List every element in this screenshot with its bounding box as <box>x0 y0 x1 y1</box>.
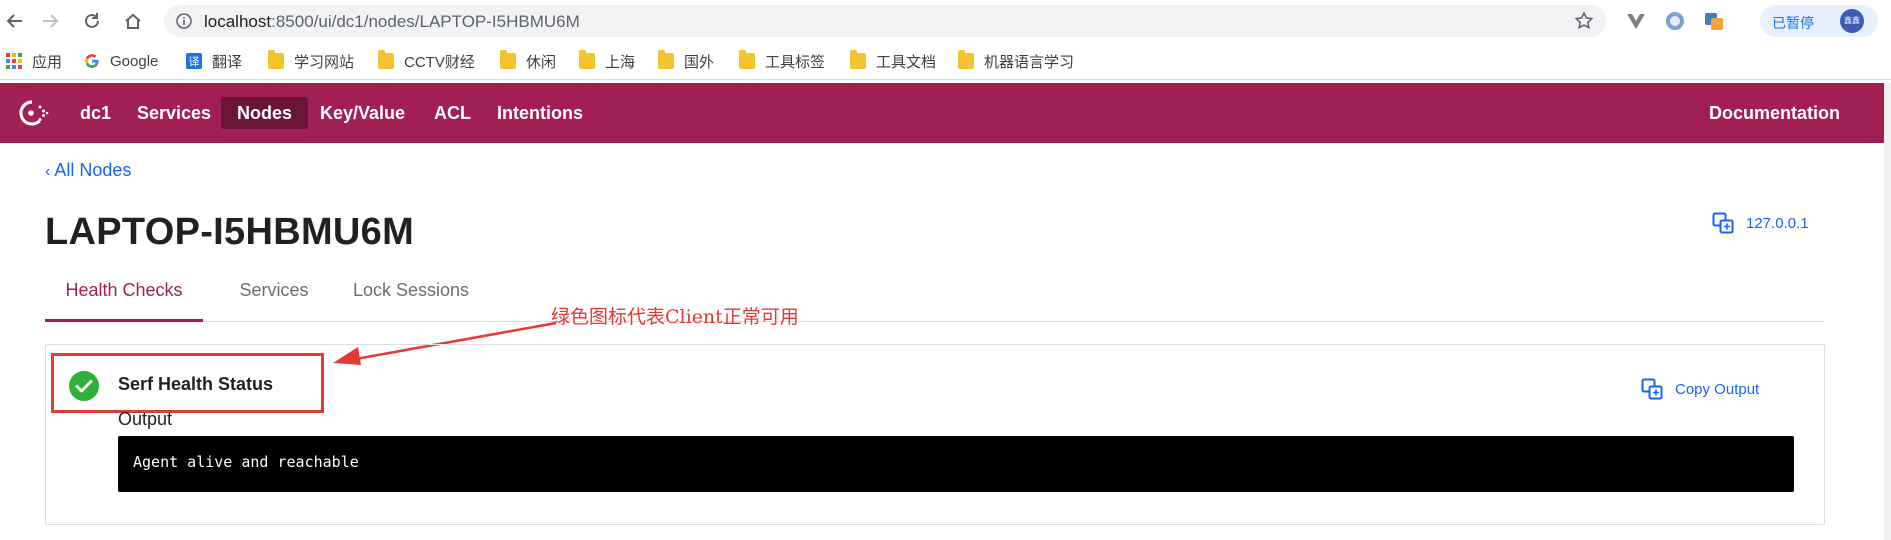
back-arrow-icon[interactable] <box>2 8 28 34</box>
nav-intentions[interactable]: Intentions <box>481 97 599 129</box>
browser-toolbar: localhost:8500/ui/dc1/nodes/LAPTOP-I5HBM… <box>0 0 1891 42</box>
forward-arrow-icon[interactable] <box>37 8 63 34</box>
output-block[interactable]: Agent alive and reachable <box>118 436 1794 492</box>
copy-output-label: Copy Output <box>1675 380 1760 398</box>
bookmark-translate[interactable]: 译 翻译 <box>186 51 242 71</box>
datacenter-selector[interactable]: dc1 <box>64 97 127 129</box>
nav-acl[interactable]: ACL <box>418 97 487 129</box>
folder-icon <box>958 50 974 69</box>
output-text: Agent alive and reachable <box>133 453 359 471</box>
back-link-label: All Nodes <box>54 160 132 180</box>
bookmark-label: Google <box>110 52 159 70</box>
reload-icon[interactable] <box>79 8 105 34</box>
folder-icon <box>378 50 394 69</box>
tab-lock-sessions[interactable]: Lock Sessions <box>331 270 491 322</box>
avatar: 鑫鑫 <box>1840 9 1864 33</box>
bookmark-label: 工具文档 <box>876 53 937 71</box>
nav-key-value[interactable]: Key/Value <box>304 97 421 129</box>
bookmark-folder[interactable]: 休闲 <box>500 50 557 71</box>
page-title: LAPTOP-I5HBMU6M <box>45 211 415 253</box>
bookmark-label: 休闲 <box>526 53 557 71</box>
documentation-link[interactable]: Documentation <box>1709 97 1840 129</box>
tab-services[interactable]: Services <box>221 270 327 322</box>
scrollbar[interactable] <box>1884 83 1891 540</box>
bookmark-label: 应用 <box>32 53 63 71</box>
bookmark-label: 机器语言学习 <box>984 53 1075 71</box>
bookmark-label: 国外 <box>684 53 715 71</box>
bookmark-star-icon[interactable] <box>1574 11 1594 31</box>
bookmark-label: 上海 <box>605 53 636 71</box>
consul-logo-icon[interactable] <box>14 98 50 128</box>
node-address: 127.0.0.1 <box>1746 214 1809 232</box>
back-to-all-nodes-link[interactable]: ‹ All Nodes <box>45 160 131 181</box>
bookmark-google[interactable]: Google <box>84 51 158 71</box>
bookmark-label: 工具标签 <box>765 53 826 71</box>
nav-services[interactable]: Services <box>121 97 227 129</box>
info-icon[interactable] <box>176 13 192 29</box>
tab-health-checks[interactable]: Health Checks <box>45 270 203 322</box>
folder-icon <box>268 50 284 69</box>
bookmark-folder[interactable]: 国外 <box>658 50 715 71</box>
node-tabs: Health Checks Services Lock Sessions <box>45 270 1825 322</box>
translate-icon: 译 <box>186 53 202 69</box>
bookmark-folder[interactable]: CCTV财经 <box>378 50 475 71</box>
chevron-left-icon: ‹ <box>45 163 51 180</box>
bookmark-label: 翻译 <box>212 53 243 71</box>
profile-status-label: 已暂停 <box>1772 15 1814 31</box>
translate-extension-icon[interactable] <box>1703 10 1725 32</box>
extension-globe-icon[interactable] <box>1664 10 1686 32</box>
bookmarks-bar: 应用 Google 译 翻译 学习网站 CCTV财经 休闲 上海 国外 工具标签… <box>0 42 1891 80</box>
apps-grid-icon <box>6 53 22 69</box>
bookmark-folder[interactable]: 工具标签 <box>739 50 826 71</box>
google-icon <box>85 54 99 68</box>
annotation-highlight-box <box>51 353 324 413</box>
annotation-text: 绿色图标代表Client正常可用 <box>551 306 799 328</box>
url-text: localhost:8500/ui/dc1/nodes/LAPTOP-I5HBM… <box>204 12 580 31</box>
folder-icon <box>579 50 595 69</box>
bookmark-apps[interactable]: 应用 <box>6 51 62 71</box>
vue-devtools-icon[interactable] <box>1625 10 1647 32</box>
bookmark-folder[interactable]: 工具文档 <box>850 50 937 71</box>
folder-icon <box>850 50 866 69</box>
folder-icon <box>500 50 516 69</box>
bookmark-folder[interactable]: 学习网站 <box>268 50 355 71</box>
address-bar[interactable]: localhost:8500/ui/dc1/nodes/LAPTOP-I5HBM… <box>164 5 1606 37</box>
bookmark-label: 学习网站 <box>294 53 355 71</box>
output-label: Output <box>118 409 173 429</box>
svg-text:译: 译 <box>189 56 200 69</box>
bookmark-folder[interactable]: 上海 <box>579 50 636 71</box>
nav-nodes[interactable]: Nodes <box>221 97 309 129</box>
copy-icon <box>1712 212 1734 234</box>
copy-icon <box>1641 378 1663 400</box>
copy-output-button[interactable]: Copy Output <box>1641 378 1759 400</box>
health-check-card: Serf Health Status Copy Output Output Ag… <box>45 344 1825 525</box>
home-icon[interactable] <box>120 8 146 34</box>
bookmark-folder[interactable]: 机器语言学习 <box>958 50 1075 71</box>
node-address-copy[interactable]: 127.0.0.1 <box>1712 212 1809 234</box>
folder-icon <box>739 50 755 69</box>
bookmark-label: CCTV财经 <box>404 53 475 71</box>
folder-icon <box>658 50 674 69</box>
consul-header: dc1 Services Nodes Key/Value ACL Intenti… <box>0 83 1891 143</box>
profile-paused-chip[interactable]: 已暂停 鑫鑫 <box>1760 5 1878 37</box>
